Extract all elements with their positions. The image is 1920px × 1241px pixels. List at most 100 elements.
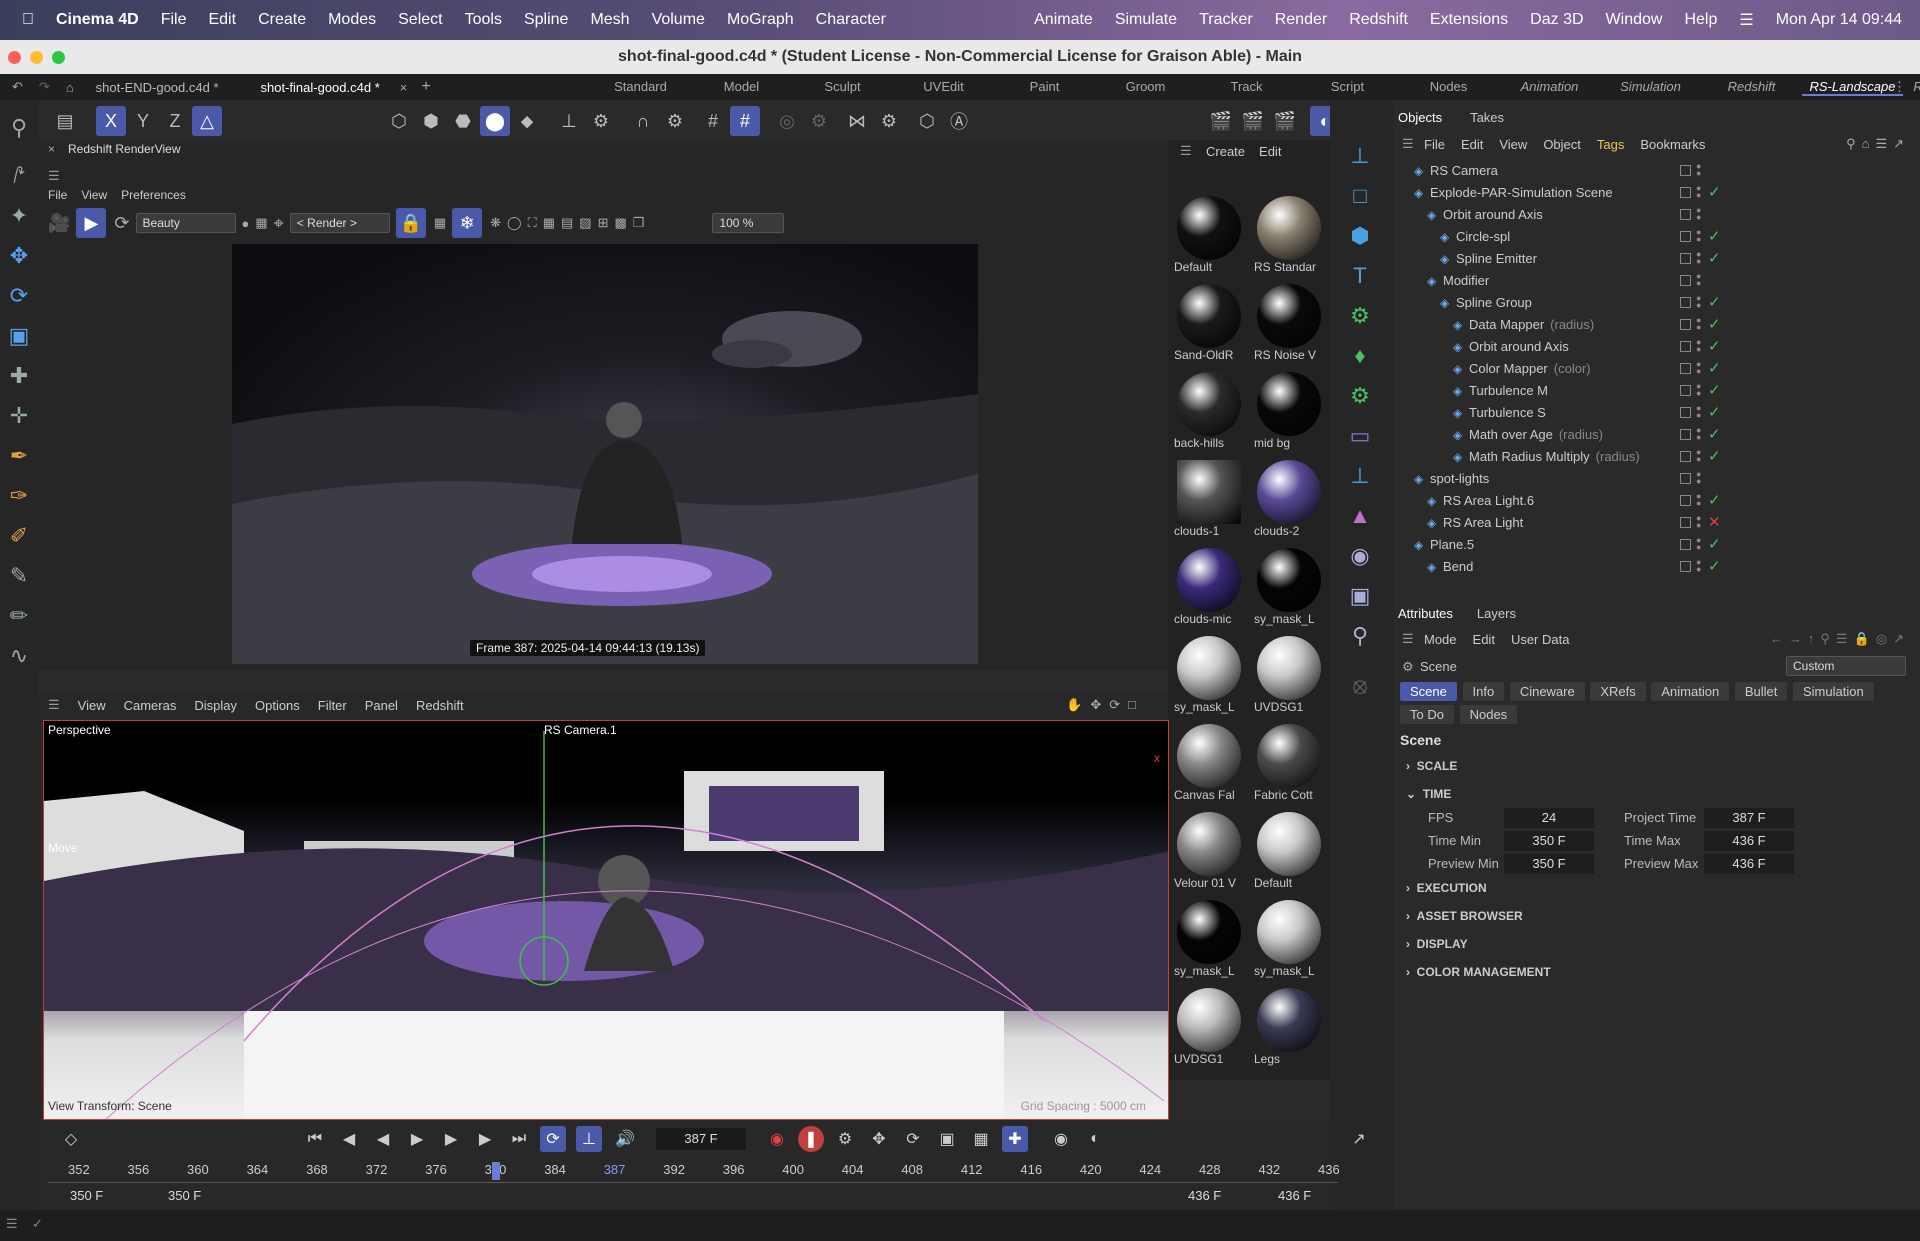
menu-window[interactable]: Window (1606, 11, 1663, 29)
layout-standard[interactable]: Standard (590, 79, 691, 96)
sound-icon[interactable]: 🔊 (612, 1126, 638, 1152)
points-mode-icon[interactable]: ⬡ (384, 106, 414, 136)
attribute-nav-icons[interactable]: ←→↑⚲☰🔒◎↗ (1770, 631, 1910, 647)
layout-uvedit[interactable]: UVEdit (893, 79, 994, 96)
enabled-check-icon[interactable]: ✓ (1708, 402, 1721, 424)
apple-icon[interactable]:  (22, 11, 34, 29)
move-tool-icon[interactable]: ✥ (0, 236, 38, 276)
objects-menu-icon[interactable]: ☰ (1402, 136, 1414, 152)
visibility-dots[interactable]: ● ● (1696, 338, 1701, 355)
attr-menu-mode[interactable]: Mode (1424, 632, 1457, 647)
layer-toggle[interactable] (1680, 319, 1691, 330)
material-swatch[interactable]: UVDSG1 (1174, 988, 1244, 1070)
more-icon[interactable]: ⋮ (1893, 79, 1906, 95)
pill-info[interactable]: Info (1462, 682, 1505, 701)
enabled-check-icon[interactable]: ✓ (1708, 534, 1721, 556)
visibility-dots[interactable]: ● ● (1696, 382, 1701, 399)
attr-menu-edit[interactable]: Edit (1473, 632, 1495, 647)
object-row[interactable]: ◈ Math Radius Multiply (radius) ● ● ✓ (1394, 446, 1920, 468)
visibility-dots[interactable]: ● ● (1696, 492, 1701, 509)
fit-icon[interactable]: ⛶ (528, 215, 537, 231)
object-row[interactable]: ◈ Data Mapper (radius) ● ● ✓ (1394, 314, 1920, 336)
menu-character[interactable]: Character (816, 11, 886, 29)
visibility-dots[interactable]: ● ● (1696, 228, 1701, 245)
material-swatch[interactable]: Legs (1254, 988, 1324, 1070)
loop-icon[interactable]: ⟳ (540, 1126, 566, 1152)
layer-toggle[interactable] (1680, 231, 1691, 242)
layout-script[interactable]: Script (1297, 79, 1398, 96)
brush-tool-icon[interactable]: ✎ (0, 556, 38, 596)
object-row[interactable]: ◈ Modifier ● ● (1394, 270, 1920, 292)
preview-min-field[interactable]: 350 F (1504, 854, 1594, 874)
environment-icon[interactable]: ◉ (1338, 536, 1382, 576)
menu-tracker[interactable]: Tracker (1199, 11, 1253, 29)
enabled-check-icon[interactable]: ✓ (1708, 380, 1721, 402)
material-swatch[interactable]: back-hills (1174, 372, 1244, 454)
visibility-dots[interactable]: ● ● (1696, 294, 1701, 311)
layer-toggle[interactable] (1680, 187, 1691, 198)
current-frame-field[interactable]: 387 F (656, 1128, 746, 1150)
obj-menu-edit[interactable]: Edit (1461, 137, 1483, 152)
spline-icon[interactable]: □ (1338, 176, 1382, 216)
menu-file[interactable]: File (161, 11, 187, 29)
obj-menu-tags[interactable]: Tags (1597, 137, 1624, 152)
symmetry-icon[interactable]: ⋈ (842, 106, 872, 136)
refresh-icon[interactable]: ⟳ (114, 213, 129, 234)
copy-icon[interactable]: ❐ (633, 215, 645, 231)
visibility-dots[interactable]: ● ● (1696, 426, 1701, 443)
key-pos-icon[interactable]: ✥ (866, 1126, 892, 1152)
layer-toggle[interactable] (1680, 473, 1691, 484)
section-asset-browser[interactable]: › ASSET BROWSER (1394, 902, 1920, 930)
pill-todo[interactable]: To Do (1400, 705, 1454, 724)
range-end-field[interactable]: 436 F (1278, 1188, 1311, 1203)
grid-view-icon[interactable]: ▦ (255, 215, 267, 231)
layout-redshift[interactable]: Redshift (1701, 79, 1802, 96)
preview-end-field[interactable]: 436 F (1188, 1188, 1221, 1203)
menu-spline[interactable]: Spline (524, 11, 568, 29)
obj-menu-view[interactable]: View (1499, 137, 1527, 152)
layout-sculpt[interactable]: Sculpt (792, 79, 893, 96)
visibility-dots[interactable]: ● ● (1696, 536, 1701, 553)
viewport-menu-icon[interactable]: ☰ (48, 697, 60, 713)
pill-xrefs[interactable]: XRefs (1590, 682, 1646, 701)
visibility-dots[interactable]: ● ● (1696, 316, 1701, 333)
render-settings-icon[interactable]: 🎬 (1270, 106, 1300, 136)
uv-mode-icon[interactable]: ⬥ (512, 106, 542, 136)
sketch-tool-icon[interactable]: ✐ (0, 516, 38, 556)
visibility-dots[interactable]: ● ● (1696, 514, 1701, 531)
app-menu[interactable]: Cinema 4D (56, 11, 139, 29)
material-swatch[interactable]: sy_mask_L (1254, 900, 1324, 982)
project-time-field[interactable]: 387 F (1704, 808, 1794, 828)
status-menu-icon[interactable]: ☰ (6, 1216, 18, 1232)
pill-scene[interactable]: Scene (1400, 682, 1457, 701)
select-tool-icon[interactable]: ⭚ (0, 156, 38, 196)
vp-menu-display[interactable]: Display (194, 698, 237, 713)
pill-animation[interactable]: Animation (1651, 682, 1730, 701)
playhead[interactable] (492, 1162, 500, 1180)
material-swatch[interactable]: Default (1254, 812, 1324, 894)
next-key-icon[interactable]: ▶ (472, 1126, 498, 1152)
material-swatch[interactable]: UVDSG1 (1254, 636, 1324, 718)
grid-icon[interactable]: # (698, 106, 728, 136)
text-icon[interactable]: T (1338, 256, 1382, 296)
menu-mograph[interactable]: MoGraph (727, 11, 794, 29)
layer-toggle[interactable] (1680, 451, 1691, 462)
time-min-field[interactable]: 350 F (1504, 831, 1594, 851)
menu-create[interactable]: Create (258, 11, 306, 29)
menu-render[interactable]: Render (1275, 11, 1327, 29)
search-icon[interactable]: ⚲ (0, 100, 38, 156)
circle-icon[interactable]: ◯ (507, 215, 522, 231)
camera-dropdown[interactable]: < Render > (289, 213, 390, 233)
material-swatch[interactable]: Fabric Cott (1254, 724, 1324, 806)
undo-icon[interactable]: ↶ (0, 79, 31, 95)
range-icon[interactable]: ⊥ (576, 1126, 602, 1152)
layer-toggle[interactable] (1680, 341, 1691, 352)
menu-daz3d[interactable]: Daz 3D (1530, 11, 1583, 29)
obj-menu-file[interactable]: File (1424, 137, 1445, 152)
layer-toggle[interactable] (1680, 297, 1691, 308)
section-scale[interactable]: › SCALE (1394, 752, 1920, 780)
viewport-nav-icons[interactable]: ✋✥⟳□ (1066, 697, 1144, 713)
vp-menu-redshift[interactable]: Redshift (416, 698, 464, 713)
object-row[interactable]: ◈ Turbulence S ● ● ✓ (1394, 402, 1920, 424)
layout-simulation[interactable]: Simulation (1600, 79, 1701, 96)
